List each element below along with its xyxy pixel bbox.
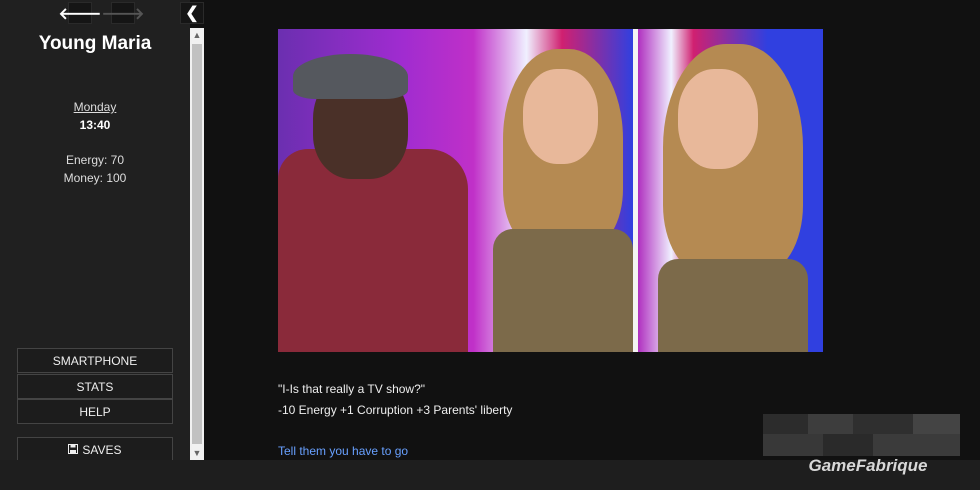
scene-panel-left bbox=[278, 29, 633, 352]
chevron-left-icon: ❮ bbox=[185, 5, 199, 22]
stat-effects-text: -10 Energy +1 Corruption +3 Parents' lib… bbox=[278, 403, 513, 417]
scene-panel-right bbox=[638, 29, 823, 352]
day-label: Monday bbox=[73, 100, 117, 114]
history-forward-button[interactable]: 🡒 bbox=[102, 2, 144, 24]
man-cap bbox=[293, 54, 408, 99]
watermark-text: GameFabrique bbox=[808, 456, 928, 475]
scroll-up-arrow-icon[interactable]: ▲ bbox=[190, 28, 204, 42]
arrow-right-icon: 🡒 bbox=[101, 5, 145, 23]
saves-button-label: SAVES bbox=[82, 442, 122, 457]
scene-image bbox=[278, 29, 823, 352]
woman-face bbox=[523, 69, 598, 164]
woman-dress bbox=[658, 259, 808, 352]
woman-face bbox=[678, 69, 758, 169]
scroll-thumb[interactable] bbox=[192, 44, 202, 444]
history-back-button[interactable]: 🡐 bbox=[59, 2, 101, 24]
saves-button[interactable]: SAVES bbox=[17, 437, 173, 462]
floppy-disk-icon bbox=[68, 443, 79, 457]
smartphone-button[interactable]: SMARTPHONE bbox=[17, 348, 173, 373]
choice-link-go[interactable]: Tell them you have to go bbox=[278, 444, 408, 458]
scroll-down-arrow-icon[interactable]: ▼ bbox=[190, 446, 204, 460]
time-label: 13:40 bbox=[79, 118, 111, 132]
energy-stat: Energy: 70 bbox=[65, 153, 125, 167]
sidebar-scrollbar[interactable]: ▲ ▼ bbox=[190, 28, 204, 460]
man-sweater bbox=[278, 149, 468, 352]
stats-button[interactable]: STATS bbox=[17, 374, 173, 399]
money-stat: Money: 100 bbox=[63, 171, 127, 185]
help-button[interactable]: HELP bbox=[17, 399, 173, 424]
ui-bar-toggle-button[interactable]: ❮ bbox=[180, 2, 204, 24]
arrow-left-icon: 🡐 bbox=[58, 5, 102, 23]
story-title: Young Maria bbox=[38, 33, 152, 54]
ui-bar: 🡐 🡒 ❮ Young Maria Monday 13:40 Energy: 7… bbox=[0, 0, 204, 462]
smartphone-button-label: SMARTPHONE bbox=[52, 353, 138, 368]
dialogue-text: "I-Is that really a TV show?" bbox=[278, 382, 426, 396]
help-button-label: HELP bbox=[79, 404, 111, 419]
woman-dress bbox=[493, 229, 633, 352]
stats-button-label: STATS bbox=[76, 379, 114, 394]
